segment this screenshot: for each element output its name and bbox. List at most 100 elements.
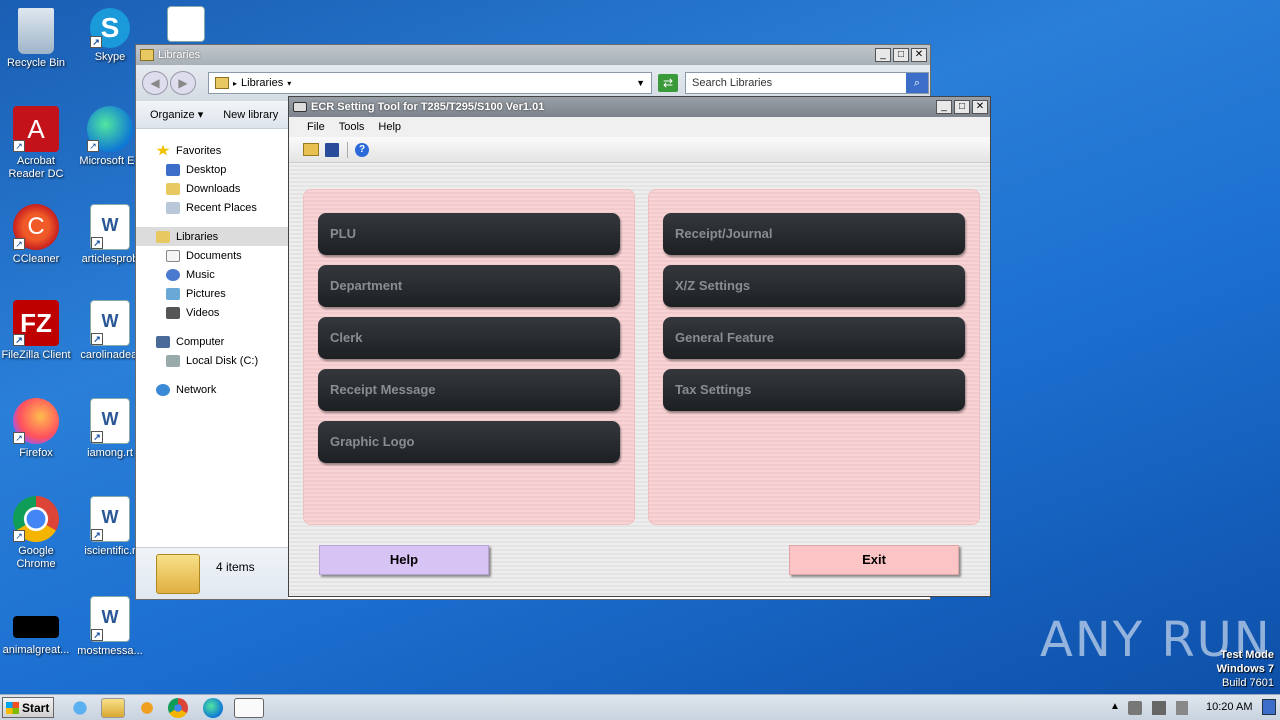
start-button[interactable]: Start: [2, 697, 54, 718]
help-icon[interactable]: ?: [355, 142, 369, 157]
network-icon: [156, 383, 170, 396]
desktop-icon-label: FileZilla Client: [1, 349, 71, 361]
menu-help[interactable]: Help: [364, 121, 401, 133]
desktop-icon-animalgreat[interactable]: animalgreat...: [0, 604, 74, 657]
tray-expand-icon[interactable]: ▲: [1110, 701, 1120, 712]
address-bar[interactable]: ▸ Libraries ▾ ▼: [208, 72, 652, 94]
close-button[interactable]: ✕: [911, 48, 927, 62]
xz-settings-button[interactable]: X/Z Settings: [663, 265, 965, 307]
maximize-button[interactable]: □: [893, 48, 909, 62]
tray-volume-icon[interactable]: [1128, 701, 1142, 715]
tax-settings-button[interactable]: Tax Settings: [663, 369, 965, 411]
menu-tools[interactable]: Tools: [325, 121, 365, 133]
ecr-window[interactable]: ECR Setting Tool for T285/T295/S100 Ver1…: [288, 96, 991, 597]
desktop-folder-icon: [166, 163, 180, 176]
plu-button[interactable]: PLU: [318, 213, 620, 255]
nav-computer[interactable]: Computer: [136, 332, 288, 351]
desktop-icon-recycle-bin[interactable]: Recycle Bin: [0, 8, 74, 70]
ecr-maximize-button[interactable]: □: [954, 100, 970, 114]
desktop-icon-firefox[interactable]: ↗ Firefox: [0, 398, 74, 460]
windows-version-label: Windows 7: [1216, 663, 1274, 675]
recent-places-icon: [166, 201, 180, 214]
ecr-close-button[interactable]: ✕: [972, 100, 988, 114]
tray-flag-icon[interactable]: [1176, 701, 1188, 715]
test-mode-label: Test Mode: [1220, 649, 1274, 661]
taskbar-ie-icon[interactable]: [68, 698, 92, 718]
nav-recent-places[interactable]: Recent Places: [136, 198, 288, 217]
ecr-menubar: File Tools Help: [289, 117, 990, 137]
taskbar-media-player-icon[interactable]: [135, 698, 159, 718]
open-folder-icon[interactable]: [303, 143, 319, 156]
receipt-message-button[interactable]: Receipt Message: [318, 369, 620, 411]
new-library-button[interactable]: New library: [203, 109, 278, 121]
tray-network-icon[interactable]: [1152, 701, 1166, 715]
desktop-icon-word-top[interactable]: [148, 6, 224, 45]
department-button[interactable]: Department: [318, 265, 620, 307]
taskbar-explorer-icon[interactable]: [101, 698, 125, 718]
build-label: Build 7601: [1222, 677, 1274, 689]
search-icon[interactable]: ⌕: [906, 73, 928, 93]
nav-favorites[interactable]: Favorites: [136, 141, 288, 160]
desktop-icon-mostmessa[interactable]: W ↗ mostmessa...: [72, 596, 148, 658]
libraries-icon: [156, 230, 170, 243]
exit-button[interactable]: Exit: [789, 545, 959, 575]
filezilla-icon: FZ ↗: [13, 300, 59, 346]
ccleaner-icon: C ↗: [13, 204, 59, 250]
help-button[interactable]: Help: [319, 545, 489, 575]
nav-libraries[interactable]: Libraries: [136, 227, 288, 246]
word-doc-icon: [167, 6, 205, 42]
chevron-down-icon[interactable]: ▾: [287, 79, 291, 88]
desktop-icon-acrobat[interactable]: A ↗ Acrobat Reader DC: [0, 106, 74, 181]
refresh-button[interactable]: ⇄: [658, 74, 678, 92]
nav-local-disk[interactable]: Local Disk (C:): [136, 351, 288, 370]
minimize-button[interactable]: _: [875, 48, 891, 62]
explorer-titlebar[interactable]: Libraries _ □ ✕: [136, 45, 930, 65]
desktop-icon-label: carolinadeal: [80, 349, 140, 361]
general-feature-button[interactable]: General Feature: [663, 317, 965, 359]
disk-icon: [166, 354, 180, 367]
nav-music[interactable]: Music: [136, 265, 288, 284]
desktop-icon-ccleaner[interactable]: C ↗ CCleaner: [0, 204, 74, 266]
ecr-minimize-button[interactable]: _: [936, 100, 952, 114]
clock[interactable]: 10:20 AM: [1206, 701, 1252, 713]
save-icon[interactable]: [325, 142, 339, 157]
windows-mode-text: Test Mode Windows 7 Build 7601: [1217, 648, 1274, 690]
receipt-journal-button[interactable]: Receipt/Journal: [663, 213, 965, 255]
nav-documents[interactable]: Documents: [136, 246, 288, 265]
graphic-logo-button[interactable]: Graphic Logo: [318, 421, 620, 463]
chevron-right-icon[interactable]: ▸: [233, 79, 237, 88]
search-box[interactable]: Search Libraries ⌕: [685, 72, 929, 94]
back-button[interactable]: ◀: [142, 71, 168, 95]
libraries-small-icon: [215, 77, 229, 89]
word-doc-icon: W ↗: [90, 496, 130, 542]
desktop-icon-label: Acrobat Reader DC: [8, 155, 64, 180]
desktop-icon-label: CCleaner: [12, 253, 60, 265]
taskbar-ecr-tool-icon[interactable]: [234, 698, 264, 718]
search-input[interactable]: Search Libraries: [692, 77, 906, 89]
libraries-icon: [140, 49, 154, 61]
forward-button[interactable]: ▶: [170, 71, 196, 95]
explorer-status-bar: 4 items: [136, 547, 288, 599]
taskbar-chrome-icon[interactable]: [168, 698, 188, 718]
nav-network[interactable]: Network: [136, 380, 288, 399]
nav-desktop[interactable]: Desktop: [136, 160, 288, 179]
desktop-icon-chrome[interactable]: ↗ Google Chrome: [0, 496, 74, 571]
nav-videos[interactable]: Videos: [136, 303, 288, 322]
word-doc-icon: W ↗: [90, 398, 130, 444]
menu-file[interactable]: File: [289, 121, 325, 133]
clerk-button[interactable]: Clerk: [318, 317, 620, 359]
acrobat-icon: A ↗: [13, 106, 59, 152]
organize-button[interactable]: Organize ▾: [136, 108, 203, 121]
taskbar-edge-icon[interactable]: [203, 698, 223, 718]
computer-icon: [156, 335, 170, 348]
firefox-icon: ↗: [13, 398, 59, 444]
nav-downloads[interactable]: Downloads: [136, 179, 288, 198]
show-desktop-button[interactable]: [1262, 699, 1276, 715]
word-doc-icon: W ↗: [90, 204, 130, 250]
desktop-icon-label: mostmessa...: [77, 645, 143, 657]
desktop-icon-filezilla[interactable]: FZ ↗ FileZilla Client: [0, 300, 74, 362]
address-dropdown-icon[interactable]: ▼: [636, 78, 645, 88]
ecr-titlebar[interactable]: ECR Setting Tool for T285/T295/S100 Ver1…: [289, 97, 990, 117]
pictures-icon: [166, 287, 180, 300]
nav-pictures[interactable]: Pictures: [136, 284, 288, 303]
